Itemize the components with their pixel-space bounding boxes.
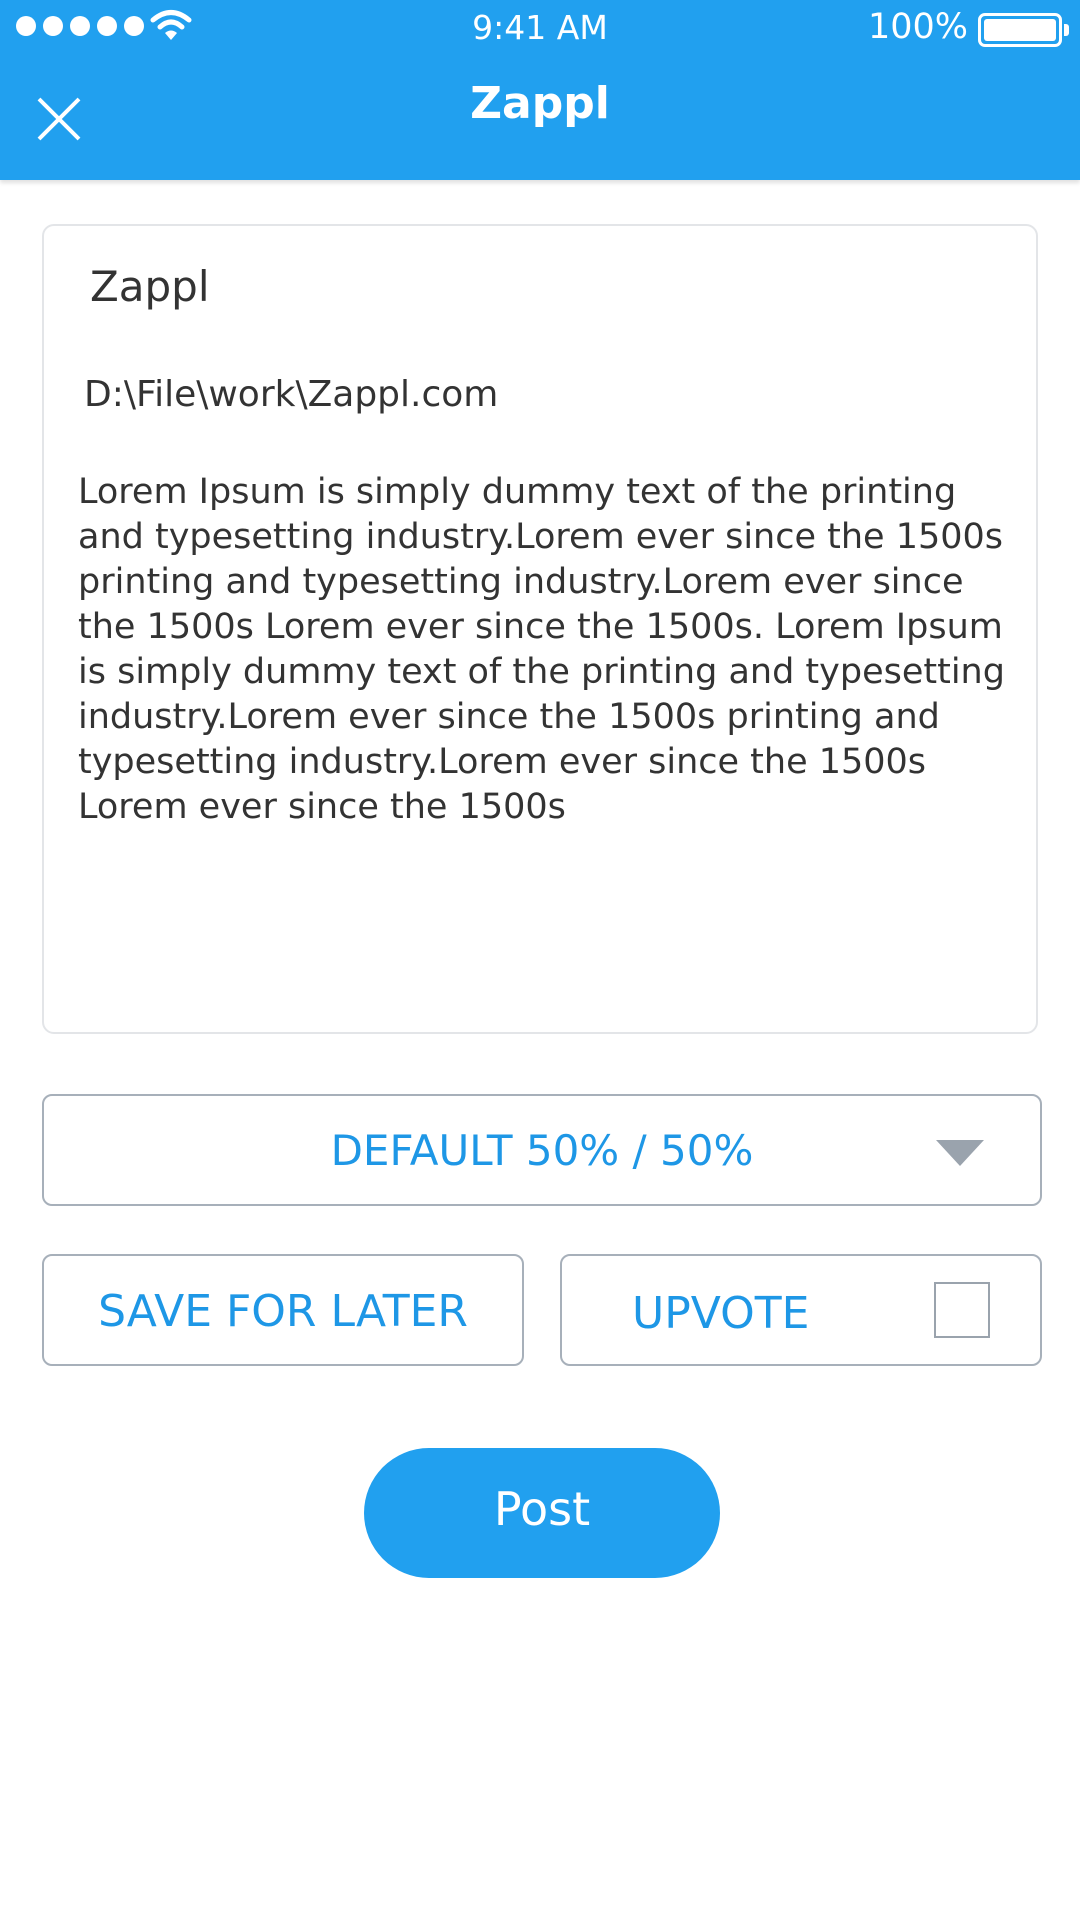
- upvote-checkbox[interactable]: [934, 1282, 990, 1338]
- post-title: Zappl: [90, 262, 210, 311]
- top-bar: 9:41 AM 100% Zappl: [0, 0, 1080, 180]
- post-body[interactable]: Lorem Ipsum is simply dummy text of the …: [78, 470, 1018, 830]
- upvote-label: UPVOTE: [632, 1288, 810, 1339]
- status-bar: 9:41 AM 100%: [0, 0, 1080, 58]
- upvote-button[interactable]: UPVOTE: [560, 1254, 1042, 1366]
- post-path: D:\File\work\Zappl.com: [84, 374, 499, 415]
- post-button-label: Post: [493, 1482, 591, 1536]
- post-button[interactable]: Post: [364, 1448, 720, 1578]
- split-dropdown-value: DEFAULT 50% / 50%: [330, 1126, 754, 1175]
- battery-percent: 100%: [867, 7, 968, 47]
- save-for-later-button[interactable]: SAVE FOR LATER: [42, 1254, 524, 1366]
- battery-icon: [978, 13, 1069, 47]
- save-for-later-label: SAVE FOR LATER: [98, 1286, 468, 1337]
- caret-down-icon: [936, 1140, 984, 1166]
- page-title: Zappl: [470, 78, 610, 129]
- split-dropdown[interactable]: DEFAULT 50% / 50%: [42, 1094, 1042, 1206]
- post-preview-card: Zappl D:\File\work\Zappl.com Lorem Ipsum…: [42, 224, 1038, 1034]
